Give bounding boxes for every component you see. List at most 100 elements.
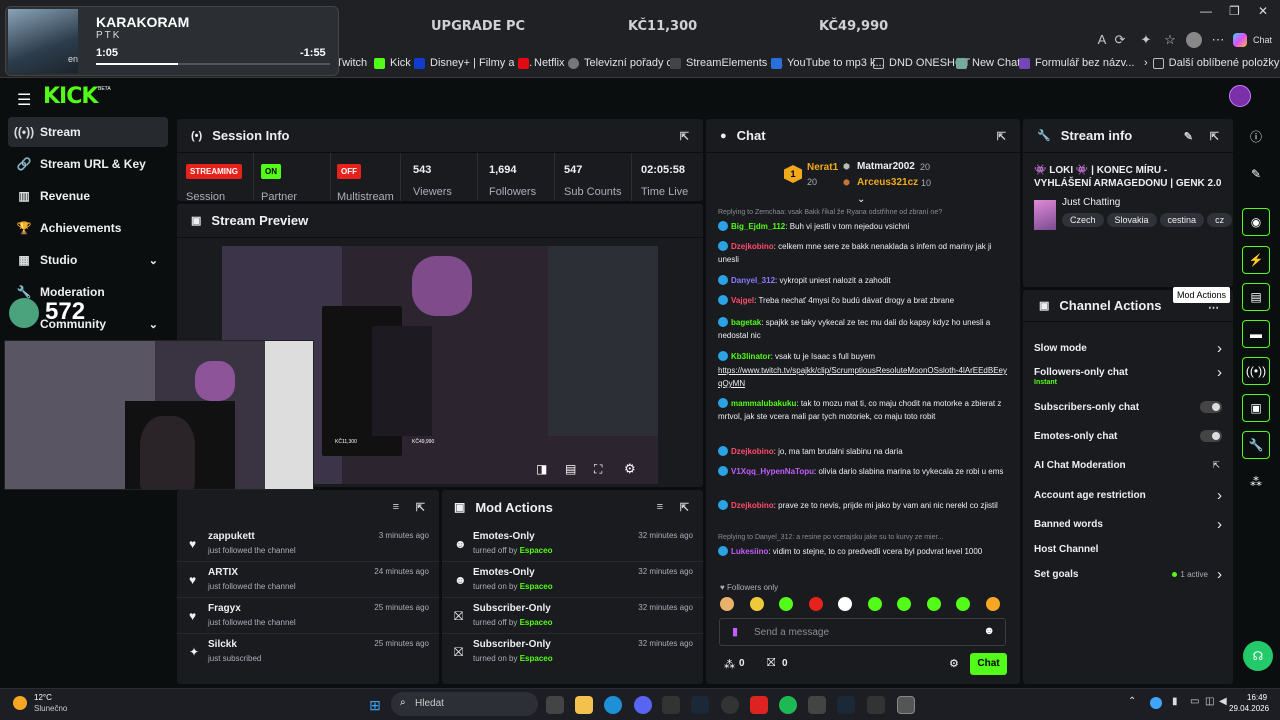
bookmark-kick[interactable]: Kick xyxy=(374,57,411,69)
sidebar-item-studio[interactable]: ▦ Studio ⌄ xyxy=(8,245,168,275)
chat-username[interactable]: Kb3linator xyxy=(731,352,771,361)
emote-icon[interactable] xyxy=(720,597,734,611)
toggle-switch[interactable] xyxy=(1200,401,1222,413)
weather-sun-icon[interactable] xyxy=(13,696,27,710)
clock-time[interactable]: 16:49 xyxy=(1247,693,1267,702)
user-avatar[interactable] xyxy=(1229,85,1251,107)
tag-chip[interactable]: cz xyxy=(1207,213,1232,227)
tag-chip[interactable]: cestina xyxy=(1159,213,1205,227)
gift-icon[interactable]: ⛝ xyxy=(767,657,775,670)
emote-icon[interactable] xyxy=(897,597,911,611)
camera-icon[interactable]: ◉ xyxy=(1242,208,1270,236)
popout-icon[interactable]: ⇱ xyxy=(1210,130,1219,143)
emote-icon[interactable] xyxy=(926,597,941,611)
extensions-icon[interactable]: ⟳ xyxy=(1112,32,1128,48)
top-chatter-1[interactable]: Nerat1 xyxy=(807,162,838,173)
channel-action-account-age-restriction[interactable]: Account age restriction › xyxy=(1034,487,1224,504)
bookmark-netflix[interactable]: Netflix xyxy=(518,57,565,69)
taskbar-search[interactable]: ⌕ Hledat xyxy=(391,692,538,716)
chat-username[interactable]: Vajgel xyxy=(731,296,754,305)
mod-user-link[interactable]: Espaceo xyxy=(520,654,553,663)
mic-icon[interactable]: ▮ xyxy=(732,625,738,638)
kick-logo[interactable]: KICK xyxy=(43,84,98,109)
bookmark-more[interactable]: › Další oblíbené položky xyxy=(1144,57,1279,69)
mic-icon[interactable]: ▮ xyxy=(1172,696,1178,707)
channel-action-subscribers-only-chat[interactable]: Subscribers-only chat xyxy=(1034,401,1224,416)
emote-icon[interactable] xyxy=(749,597,764,611)
chat-send-button[interactable]: Chat xyxy=(970,653,1007,675)
chat-username[interactable]: Dzejkobino xyxy=(731,242,774,251)
popout-icon[interactable]: ⇱ xyxy=(680,501,689,514)
bookmark-new-chat[interactable]: New Chat xyxy=(956,57,1020,69)
event-user[interactable]: ARTIX xyxy=(208,567,238,578)
mod-user-link[interactable]: Espaceo xyxy=(520,618,553,627)
chat-bubble-icon[interactable]: ▬ xyxy=(1242,320,1270,348)
copilot-icon[interactable] xyxy=(1233,33,1247,47)
chat-username[interactable]: V1Xqq_HypenNaTopu xyxy=(731,467,814,476)
popout-icon[interactable]: ⇱ xyxy=(680,130,689,143)
category-name[interactable]: Just Chatting xyxy=(1062,197,1120,208)
chat-username[interactable]: Lukesiino xyxy=(731,547,768,556)
chat-input[interactable]: ▮ Send a message ☻ xyxy=(719,618,1006,646)
windows-start-icon[interactable]: ⊞ xyxy=(366,696,384,714)
mod-user-link[interactable]: Espaceo xyxy=(520,582,553,591)
channel-actions-icon[interactable]: ▣ xyxy=(1242,394,1270,422)
track-progress[interactable] xyxy=(96,63,330,65)
bookmark-tv[interactable]: Televizní pořady o... xyxy=(568,57,682,69)
chat-link[interactable]: https://www.twitch.tv/spajkk/clip/Scrump… xyxy=(718,366,1007,388)
wrench-icon[interactable]: 🔧 xyxy=(1242,431,1270,459)
emote-icon[interactable] xyxy=(779,597,793,611)
favorites-icon[interactable]: ☆ xyxy=(1162,32,1178,48)
points-icon[interactable]: ⁂ xyxy=(724,658,735,671)
app-icon-2[interactable] xyxy=(721,696,739,714)
channel-action-banned-words[interactable]: Banned words › xyxy=(1034,516,1224,533)
clock-date[interactable]: 29.04.2026 xyxy=(1229,704,1269,713)
chat-username[interactable]: bagetak xyxy=(731,318,761,327)
network-icon[interactable]: ◫ xyxy=(1205,696,1214,707)
file-explorer-icon[interactable] xyxy=(575,696,593,714)
opera-icon[interactable] xyxy=(750,696,768,714)
tab-title-3[interactable]: KČ49,990 xyxy=(819,19,888,34)
chat-username[interactable]: Dzejkobino xyxy=(731,501,774,510)
chat-settings-icon[interactable]: ⚙ xyxy=(949,657,959,670)
info-icon[interactable]: ⓘ xyxy=(1242,122,1270,150)
channel-action-emotes-only-chat[interactable]: Emotes-only chat xyxy=(1034,430,1224,445)
more-icon[interactable]: ⋯ xyxy=(1210,32,1226,48)
theater-mode-icon[interactable]: ◨ xyxy=(536,462,547,476)
toggle-switch[interactable] xyxy=(1200,430,1222,442)
filter-icon[interactable]: ≡ xyxy=(393,501,399,513)
emote-icon[interactable] xyxy=(808,597,823,611)
popout-icon[interactable]: ⇱ xyxy=(416,501,425,514)
bookmark-streamelements[interactable]: StreamElements -... xyxy=(670,57,783,69)
mod-user-link[interactable]: Espaceo xyxy=(520,546,553,555)
channel-action-host-channel[interactable]: Host Channel xyxy=(1034,544,1224,558)
steam-icon-2[interactable] xyxy=(837,696,855,714)
spotify-icon[interactable] xyxy=(779,696,797,714)
broadcast-icon[interactable]: ((•)) xyxy=(1242,357,1270,385)
chat-username[interactable]: Dzejkobino xyxy=(731,447,774,456)
tab-title-2[interactable]: KČ11,300 xyxy=(628,19,697,34)
support-chat-icon[interactable]: ☊ xyxy=(1243,641,1273,671)
bookmark-disney[interactable]: Disney+ | Filmy a s... xyxy=(414,57,532,69)
chat-username[interactable]: Big_Ejdm_112 xyxy=(731,222,785,231)
edit-pencil-icon[interactable]: ✎ xyxy=(1184,130,1193,143)
emote-icon[interactable] xyxy=(867,597,882,611)
bookmark-form[interactable]: Formulář bez názv... xyxy=(1019,57,1134,69)
top-chatter-2[interactable]: Matmar2002 xyxy=(857,161,915,172)
apps-icon[interactable]: ⁂ xyxy=(1242,468,1270,496)
lightning-icon[interactable]: ⚡ xyxy=(1242,246,1270,274)
read-aloud-icon[interactable]: A xyxy=(1094,32,1110,48)
channel-action-ai-chat-moderation[interactable]: AI Chat Moderation ⇱ xyxy=(1034,460,1224,474)
layout-icon[interactable]: ▤ xyxy=(565,462,576,476)
top-chatter-3[interactable]: Arceus321cz xyxy=(857,177,918,188)
tray-chevron-icon[interactable]: ⌃ xyxy=(1128,696,1136,707)
app-icon-4[interactable] xyxy=(867,696,885,714)
onedrive-icon[interactable] xyxy=(1150,697,1162,709)
bookmark-twitch[interactable]: Twitch xyxy=(336,57,367,69)
event-user[interactable]: Fragyx xyxy=(208,603,241,614)
chat-username[interactable]: Danyel_312 xyxy=(731,276,775,285)
edge-icon[interactable] xyxy=(604,696,622,714)
display-icon[interactable]: ▭ xyxy=(1190,696,1199,707)
volume-icon[interactable]: ◀ xyxy=(1219,696,1227,707)
maximize-icon[interactable]: ❐ xyxy=(1229,4,1240,18)
